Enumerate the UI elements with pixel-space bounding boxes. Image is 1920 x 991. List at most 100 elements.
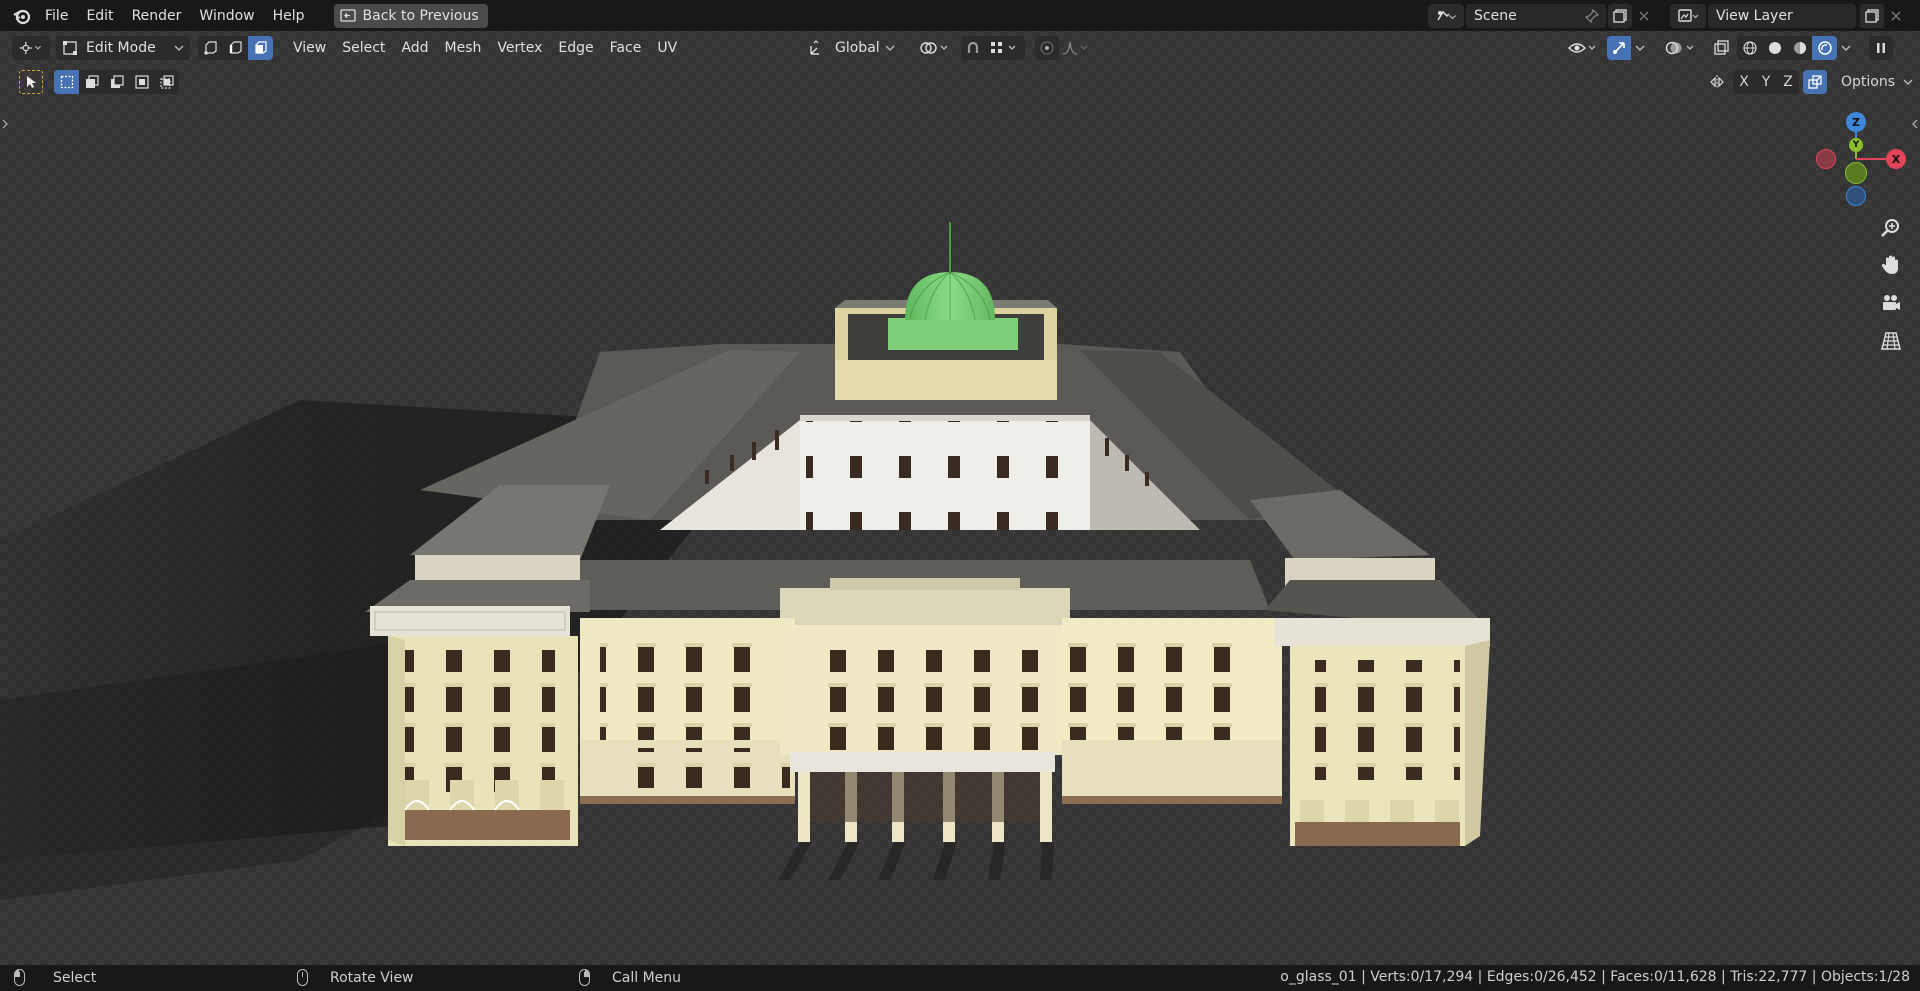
- chevron-down-icon: [885, 45, 895, 51]
- menu-view[interactable]: View: [285, 36, 334, 60]
- face-select-icon[interactable]: [248, 36, 273, 60]
- zoom-icon[interactable]: [1876, 213, 1906, 243]
- view-layer-browse-button[interactable]: [1670, 3, 1706, 28]
- mirror-z-toggle[interactable]: Z: [1777, 70, 1799, 94]
- mirror-y-toggle[interactable]: Y: [1755, 70, 1777, 94]
- edge-select-icon[interactable]: [223, 36, 248, 60]
- menu-select[interactable]: Select: [334, 36, 393, 60]
- menu-file[interactable]: File: [36, 4, 77, 28]
- sidebar-expand-icon[interactable]: [1910, 116, 1920, 132]
- gizmo-y-axis[interactable]: Y: [1849, 138, 1863, 152]
- menu-vertex[interactable]: Vertex: [489, 36, 550, 60]
- xray-icon[interactable]: [1709, 36, 1733, 60]
- subtract-selection-icon[interactable]: [104, 70, 129, 94]
- options-dropdown[interactable]: Options: [1837, 70, 1917, 94]
- orientation-label: Global: [835, 40, 880, 56]
- menu-window[interactable]: Window: [190, 4, 263, 28]
- viewport-display-tools: [1565, 36, 1893, 60]
- gizmo-neg-z[interactable]: [1846, 186, 1866, 206]
- navigation-gizmo[interactable]: Z Y X: [1800, 108, 1906, 208]
- new-scene-icon[interactable]: [1608, 3, 1632, 28]
- invert-selection-icon[interactable]: [129, 70, 154, 94]
- menu-help[interactable]: Help: [264, 4, 314, 28]
- viewport-header: Edit Mode View Select Add Mesh Vertex Ed…: [0, 31, 1920, 65]
- selection-mode-group: [54, 70, 179, 94]
- menu-face[interactable]: Face: [602, 36, 650, 60]
- overlays-icon[interactable]: [1663, 36, 1699, 60]
- gizmo-x-axis[interactable]: X: [1886, 149, 1906, 169]
- 3d-viewport[interactable]: [0, 0, 1920, 965]
- extend-selection-icon[interactable]: [79, 70, 104, 94]
- scene-browse-button[interactable]: [1428, 3, 1464, 28]
- editor-type-icon: [19, 41, 41, 55]
- camera-view-icon[interactable]: [1876, 288, 1906, 318]
- vertex-select-icon[interactable]: [198, 36, 223, 60]
- menu-mesh[interactable]: Mesh: [437, 36, 490, 60]
- mouse-right-icon: [579, 969, 590, 986]
- gizmo-dropdown-icon[interactable]: [1631, 36, 1649, 60]
- back-to-previous-button[interactable]: Back to Previous: [333, 3, 488, 28]
- falloff-icon[interactable]: [1059, 36, 1093, 60]
- view-layer-icon: [1678, 8, 1699, 22]
- orientation-icon: [810, 40, 819, 55]
- pause-render-icon[interactable]: [1869, 36, 1893, 60]
- options-label: Options: [1841, 74, 1896, 90]
- blender-logo-icon[interactable]: [8, 2, 36, 30]
- proportional-editing-icon[interactable]: [1035, 36, 1059, 60]
- status-rotate-hint: Rotate View: [297, 969, 414, 986]
- top-bar: File Edit Render Window Help Back to Pre…: [0, 0, 1920, 31]
- view-layer-name-field[interactable]: View Layer: [1708, 3, 1856, 28]
- mode-dropdown[interactable]: Edit Mode: [56, 36, 190, 60]
- status-callmenu-hint: Call Menu: [579, 969, 681, 986]
- scene-name: Scene: [1474, 7, 1517, 24]
- mesh-symmetry-icon[interactable]: [1705, 70, 1729, 94]
- mouse-middle-icon: [297, 969, 308, 986]
- intersect-selection-icon[interactable]: [154, 70, 179, 94]
- gizmo-z-axis[interactable]: Z: [1846, 112, 1866, 132]
- delete-scene-icon[interactable]: [1632, 4, 1656, 28]
- mirror-axis-group: X Y Z: [1733, 70, 1799, 94]
- set-selection-icon[interactable]: [54, 70, 79, 94]
- gizmo-neg-y[interactable]: [1845, 162, 1867, 184]
- status-select-hint: Select: [14, 969, 96, 986]
- pan-hand-icon[interactable]: [1876, 250, 1906, 280]
- orientation-dropdown[interactable]: Global: [803, 36, 901, 60]
- view-layer-name: View Layer: [1716, 7, 1793, 24]
- menu-uv[interactable]: UV: [649, 36, 685, 60]
- solid-shading-icon[interactable]: [1762, 36, 1787, 60]
- scene-statistics: o_glass_01 | Verts:0/17,294 | Edges:0/26…: [1280, 969, 1910, 985]
- gizmo-neg-x[interactable]: [1816, 149, 1836, 169]
- select-box-tool-icon[interactable]: [19, 70, 43, 94]
- auto-merge-icon[interactable]: [1803, 70, 1827, 94]
- editor-type-dropdown[interactable]: [12, 36, 50, 60]
- building-model[interactable]: [0, 0, 1920, 965]
- select-mode-group: [198, 36, 273, 60]
- pivot-point-icon[interactable]: [915, 36, 955, 60]
- visibility-icon[interactable]: [1565, 36, 1601, 60]
- back-icon: [339, 8, 356, 22]
- menu-add[interactable]: Add: [393, 36, 436, 60]
- menu-edit[interactable]: Edit: [77, 4, 122, 28]
- rendered-shading-icon[interactable]: [1812, 36, 1837, 60]
- chevron-down-icon: [174, 45, 184, 51]
- mirror-x-toggle[interactable]: X: [1733, 70, 1755, 94]
- status-rotate-label: Rotate View: [330, 969, 414, 986]
- perspective-toggle-icon[interactable]: [1876, 326, 1906, 356]
- material-preview-icon[interactable]: [1787, 36, 1812, 60]
- status-bar: Select Rotate View Call Menu o_glass_01 …: [0, 965, 1920, 991]
- new-view-layer-icon[interactable]: [1860, 3, 1884, 28]
- shading-dropdown-icon[interactable]: [1837, 36, 1855, 60]
- toolbar-expand-icon[interactable]: [0, 116, 10, 132]
- transform-tools: Global: [803, 36, 1093, 60]
- delete-view-layer-icon[interactable]: [1884, 4, 1908, 28]
- pin-icon[interactable]: [1580, 4, 1604, 28]
- tool-settings-bar: X Y Z Options: [0, 70, 1920, 98]
- menu-render[interactable]: Render: [123, 4, 191, 28]
- wireframe-shading-icon[interactable]: [1737, 36, 1762, 60]
- status-callmenu-label: Call Menu: [612, 969, 682, 986]
- menu-edge[interactable]: Edge: [550, 36, 601, 60]
- snap-toggle-icon[interactable]: [961, 36, 985, 60]
- gizmo-toggle-icon[interactable]: [1607, 36, 1631, 60]
- snap-target-icon[interactable]: [985, 36, 1025, 60]
- shading-mode-group: [1737, 36, 1837, 60]
